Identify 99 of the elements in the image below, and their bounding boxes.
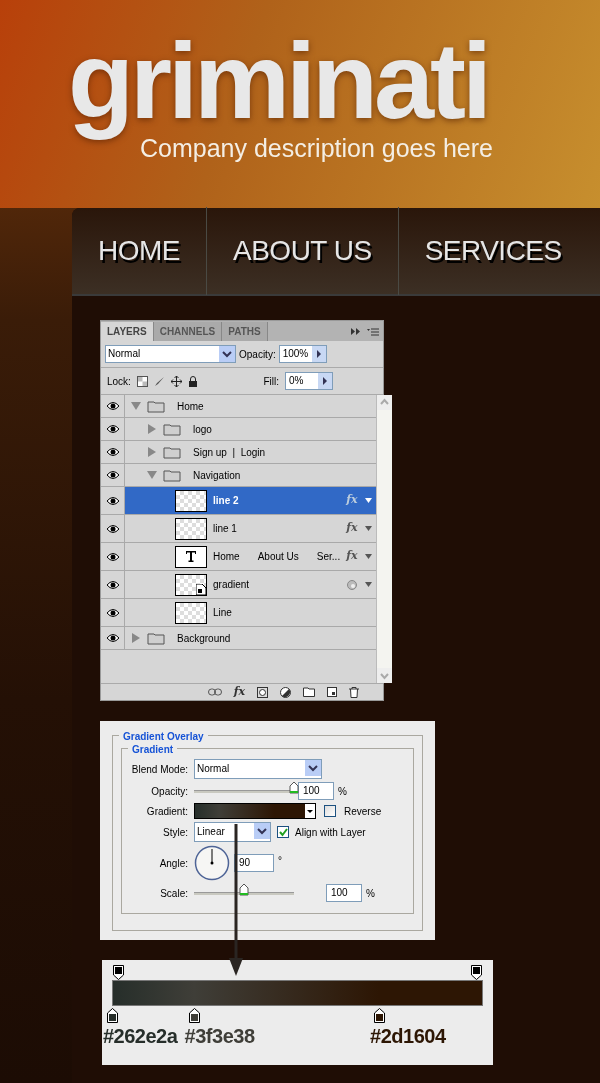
reverse-label: Reverse <box>344 804 382 819</box>
effects-label: fx <box>346 548 358 565</box>
opacity-label: Opacity: <box>150 784 188 799</box>
layer-thumbnail <box>175 517 207 540</box>
type-icon <box>186 551 196 562</box>
layer-name: Home <box>213 550 240 564</box>
angle-label: Angle: <box>158 856 188 871</box>
expand-effects-icon[interactable] <box>365 526 373 531</box>
eye-icon[interactable] <box>105 401 120 411</box>
gradient-label: Gradient: <box>145 804 188 819</box>
slider-thumb[interactable] <box>289 781 299 794</box>
folder-icon <box>163 468 181 482</box>
slider-thumb[interactable] <box>239 883 249 896</box>
add-effect-icon[interactable]: fx <box>233 683 245 701</box>
eye-icon[interactable] <box>105 495 120 506</box>
layer-name: line 1 <box>213 522 237 536</box>
eye-icon[interactable] <box>105 633 120 643</box>
color-stop-icon[interactable] <box>374 1008 386 1023</box>
expand-effects-icon[interactable] <box>365 554 373 559</box>
scale-field[interactable]: 100 <box>326 884 362 902</box>
chevron-down-icon[interactable] <box>305 760 321 776</box>
scroll-down-icon[interactable] <box>377 668 393 683</box>
color-stop-icon[interactable] <box>188 1008 200 1023</box>
scrollbar[interactable] <box>376 395 393 683</box>
layer-row[interactable]: line 2 fx <box>125 487 377 514</box>
eye-icon[interactable] <box>105 551 120 562</box>
layer-name: logo <box>193 422 212 437</box>
degree-unit: ° <box>278 854 282 868</box>
nav-link[interactable]: ABOUT US <box>207 230 398 272</box>
layer-name: Sign up | Login <box>193 445 266 460</box>
opacity-label: Opacity: <box>239 347 276 362</box>
expand-effects-icon[interactable] <box>365 582 373 587</box>
smart-object-icon <box>196 583 206 595</box>
link-icon[interactable] <box>207 688 222 696</box>
color-hex-label: #3f3e38 <box>184 1024 255 1048</box>
menu-icon[interactable] <box>367 328 379 336</box>
scale-label: Scale: <box>159 886 188 901</box>
layer-name: About Us <box>257 550 299 564</box>
new-layer-icon[interactable] <box>327 687 337 697</box>
layer-name: Line <box>213 606 232 620</box>
align-checkbox[interactable] <box>277 826 289 838</box>
color-hex-label: #262e2a <box>103 1024 178 1048</box>
eye-icon[interactable] <box>105 523 120 534</box>
eye-icon[interactable] <box>105 447 120 457</box>
layer-thumbnail <box>175 489 207 512</box>
layer-name: Background <box>177 631 231 646</box>
eye-icon[interactable] <box>105 607 120 618</box>
angle-field[interactable]: 90 <box>234 854 274 872</box>
mask-icon[interactable] <box>257 686 268 698</box>
blend-mode-dropdown[interactable]: Normal <box>194 759 322 779</box>
lock-label: Lock: <box>107 374 131 389</box>
section-title: Gradient Overlay <box>119 729 208 744</box>
blend-mode-label: Blend Mode: <box>130 762 188 777</box>
opacity-stop-icon[interactable] <box>113 965 124 980</box>
nav-link[interactable]: HOME <box>72 230 206 272</box>
adjustment-icon[interactable] <box>280 686 291 698</box>
effects-label: fx <box>346 492 358 509</box>
folder-icon <box>163 445 181 459</box>
style-label: Style: <box>162 825 188 840</box>
color-stop-icon[interactable] <box>107 1008 118 1023</box>
panel-tab[interactable]: LAYERS <box>101 322 154 341</box>
percent-unit: % <box>338 784 347 799</box>
lock-icon[interactable] <box>187 375 198 387</box>
folder-icon <box>147 631 165 645</box>
lock-transparency-icon[interactable] <box>136 375 148 387</box>
color-hex-label: #2d1604 <box>370 1024 446 1048</box>
move-icon[interactable] <box>170 375 182 387</box>
layer-thumbnail <box>175 601 207 624</box>
chevron-down-icon[interactable] <box>254 823 270 839</box>
scroll-up-icon[interactable] <box>377 395 393 410</box>
layer-name: Home <box>177 399 204 414</box>
eye-icon[interactable] <box>105 579 120 590</box>
folder-icon <box>147 399 165 413</box>
folder-icon <box>163 422 181 436</box>
caret-icon[interactable] <box>305 804 315 818</box>
site-tagline: Company description goes here <box>140 134 494 164</box>
style-dropdown[interactable]: Linear <box>194 822 271 842</box>
angle-dial[interactable] <box>194 845 230 881</box>
align-label: Align with Layer <box>295 825 366 840</box>
folder-icon[interactable] <box>303 687 315 697</box>
gradient-picker[interactable] <box>194 803 316 819</box>
opacity-stop-icon[interactable] <box>471 965 482 980</box>
effects-label: fx <box>346 520 358 537</box>
nav-link[interactable]: SERVICES <box>398 230 588 272</box>
layer-name: line 2 <box>213 494 239 508</box>
fill-label: Fill: <box>263 374 279 389</box>
eye-icon[interactable] <box>105 424 120 434</box>
expand-effects-icon[interactable] <box>365 498 373 503</box>
blend-mode-dropdown[interactable]: Normal <box>105 345 236 363</box>
layer-name: Navigation <box>193 468 241 483</box>
trash-icon[interactable] <box>349 686 359 698</box>
collapse-icon[interactable] <box>351 328 361 335</box>
eye-icon[interactable] <box>105 470 120 480</box>
reverse-checkbox[interactable] <box>324 805 336 817</box>
percent-unit: % <box>366 886 375 901</box>
chevron-down-icon[interactable] <box>219 346 235 362</box>
layer-name: gradient <box>213 578 250 592</box>
brush-icon[interactable] <box>153 375 165 387</box>
layer-name: Ser... <box>316 550 341 564</box>
